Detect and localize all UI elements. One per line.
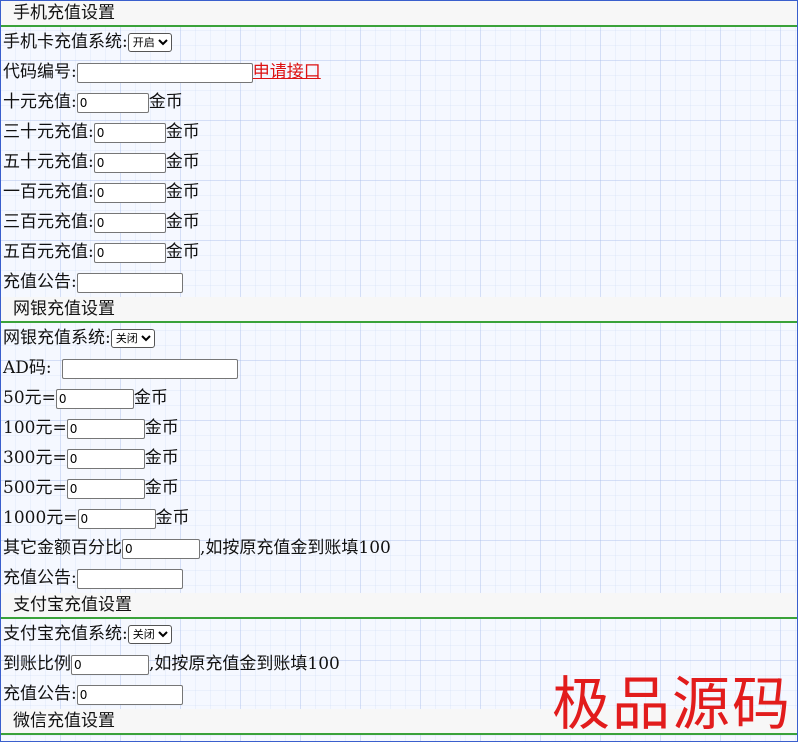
mobile-code-input[interactable] [76,62,253,83]
bank-rate-row: 1000元= 金币 [1,503,797,533]
mobile-rate-row: 五十元充值: 金币 [1,147,797,177]
mobile-rate-label: 十元充值: [3,92,77,112]
mobile-rate-input[interactable] [93,242,166,263]
bank-notice-input[interactable] [76,568,183,589]
bank-rate-row: 300元= 金币 [1,443,797,473]
site-watermark: 极品源码 [551,670,792,738]
mobile-rate-label: 三十元充值: [3,122,94,142]
bank-rate-input[interactable] [77,508,156,529]
alipay-ratio-label: 到账比例 [3,654,71,674]
mobile-rate-input[interactable] [93,182,166,203]
alipay-ratio-hint: ,如按原充值金到账填100 [149,654,340,674]
bank-rate-label: 300元= [3,448,67,468]
bank-percent-hint: ,如按原充值金到账填100 [200,538,391,558]
mobile-rate-row: 三十元充值: 金币 [1,117,797,147]
mobile-rate-unit: 金币 [165,212,200,232]
bank-percent-row: 其它金额百分比 ,如按原充值金到账填100 [1,533,797,563]
bank-percent-input[interactable] [122,538,200,559]
bank-rate-input[interactable] [66,478,145,499]
bank-rate-label: 500元= [3,478,67,498]
bank-rate-row: 50元= 金币 [1,383,797,413]
bank-ad-label: AD码: [3,358,52,378]
mobile-rate-input[interactable] [93,212,166,233]
bank-rate-label: 100元= [3,418,67,438]
bank-rate-unit: 金币 [144,418,179,438]
bank-rate-unit: 金币 [155,508,190,528]
bank-rate-row: 500元= 金币 [1,473,797,503]
bank-rate-unit: 金币 [133,388,168,408]
mobile-notice-input[interactable] [76,272,183,293]
mobile-notice-row: 充值公告: [1,267,797,297]
bank-percent-label: 其它金额百分比 [3,538,122,558]
bank-rate-row: 100元= 金币 [1,413,797,443]
bank-system-select[interactable]: 关闭 [110,329,155,348]
alipay-notice-input[interactable] [76,684,183,705]
mobile-code-row: 代码编号: 申请接口 [1,57,797,87]
mobile-rate-label: 一百元充值: [3,182,94,202]
alipay-section-header: 支付宝充值设置 [1,593,797,619]
bank-rate-label: 1000元= [3,508,78,528]
mobile-rate-unit: 金币 [165,242,200,262]
alipay-ratio-input[interactable] [71,654,149,675]
alipay-system-row: 支付宝充值系统: 关闭 [1,619,797,649]
bank-rate-input[interactable] [66,418,145,439]
mobile-notice-label: 充值公告: [3,272,77,292]
apply-interface-link[interactable]: 申请接口 [253,62,321,82]
mobile-rate-row: 十元充值: 金币 [1,87,797,117]
mobile-system-row: 手机卡充值系统: 开启 [1,27,797,57]
mobile-rate-row: 五百元充值: 金币 [1,237,797,267]
mobile-rate-unit: 金币 [165,182,200,202]
alipay-notice-label: 充值公告: [3,684,77,704]
mobile-section-header: 手机充值设置 [1,1,797,27]
bank-ad-row: AD码: [1,353,797,383]
bank-rate-input[interactable] [55,388,134,409]
bank-rate-unit: 金币 [144,478,179,498]
mobile-code-label: 代码编号: [3,62,77,82]
alipay-system-label: 支付宝充值系统: [3,624,128,644]
mobile-rate-label: 三百元充值: [3,212,94,232]
mobile-rate-unit: 金币 [148,92,183,112]
mobile-rate-row: 一百元充值: 金币 [1,177,797,207]
mobile-rate-label: 五十元充值: [3,152,94,172]
bank-ad-input[interactable] [61,358,238,379]
mobile-rate-unit: 金币 [165,152,200,172]
mobile-rate-unit: 金币 [165,122,200,142]
mobile-rate-input[interactable] [76,92,149,113]
page-frame: 手机充值设置 手机卡充值系统:开启 代码编号: 申请接口 十元充值: 金币 三十元充… [0,0,798,742]
bank-notice-label: 充值公告: [3,568,77,588]
mobile-rate-input[interactable] [93,122,166,143]
mobile-rate-label: 五百元充值: [3,242,94,262]
bank-section-header: 网银充值设置 [1,297,797,323]
mobile-system-select[interactable]: 开启 [127,33,172,52]
bank-system-row: 网银充值系统: 关闭 [1,323,797,353]
alipay-system-select[interactable]: 关闭 [127,625,172,644]
mobile-rate-row: 三百元充值: 金币 [1,207,797,237]
mobile-system-label: 手机卡充值系统: [3,32,128,52]
bank-rate-unit: 金币 [144,448,179,468]
bank-rate-label: 50元= [3,388,56,408]
mobile-rate-input[interactable] [93,152,166,173]
bank-system-label: 网银充值系统: [3,328,111,348]
bank-rate-input[interactable] [66,448,145,469]
bank-notice-row: 充值公告: [1,563,797,593]
